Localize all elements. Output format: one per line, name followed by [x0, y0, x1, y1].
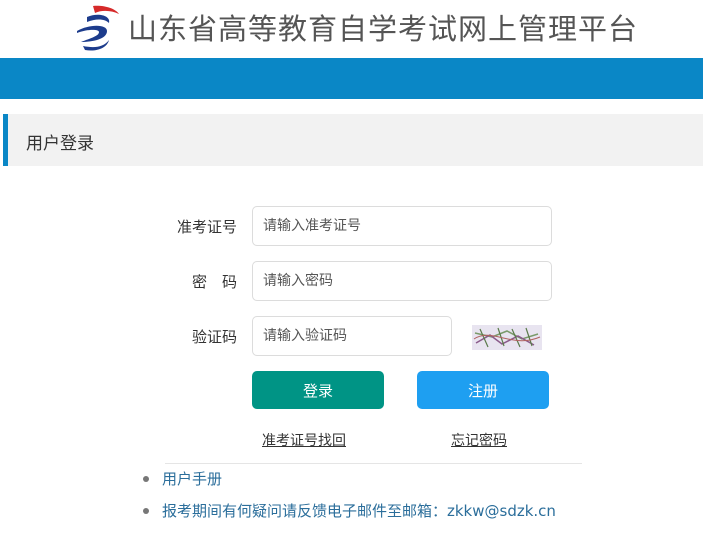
- forgot-password-link[interactable]: 忘记密码: [451, 430, 507, 450]
- login-button[interactable]: 登录: [252, 371, 384, 409]
- captcha-label: 验证码: [191, 328, 237, 346]
- notes-list: 用户手册 报考期间有何疑问请反馈电子邮件至邮箱：zkkw@sdzk.cn: [143, 468, 556, 532]
- user-manual-link[interactable]: 用户手册: [143, 468, 556, 500]
- logo-icon: [77, 5, 119, 51]
- site-header: 山东省高等教育自学考试网上管理平台: [0, 0, 703, 58]
- divider: [165, 463, 582, 464]
- exam-id-label: 准考证号: [176, 218, 237, 236]
- site-title: 山东省高等教育自学考试网上管理平台: [128, 12, 639, 46]
- contact-email-note: 报考期间有何疑问请反馈电子邮件至邮箱：zkkw@sdzk.cn: [143, 500, 556, 532]
- exam-id-input[interactable]: [252, 206, 552, 246]
- captcha-input[interactable]: [252, 316, 452, 356]
- recover-exam-id-link[interactable]: 准考证号找回: [262, 430, 346, 450]
- login-panel-header: 用户登录: [3, 114, 703, 166]
- password-input[interactable]: [252, 261, 552, 301]
- password-label: 密 码: [191, 273, 237, 291]
- panel-title: 用户登录: [26, 134, 94, 154]
- register-button[interactable]: 注册: [417, 371, 549, 409]
- nav-bar: [0, 58, 703, 99]
- captcha-image[interactable]: [472, 325, 542, 350]
